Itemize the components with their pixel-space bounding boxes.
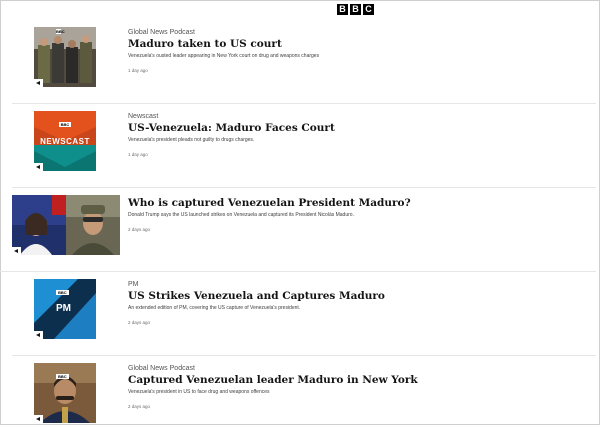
item-thumbnail[interactable]: BBC PM xyxy=(34,279,96,339)
video-icon xyxy=(12,247,21,255)
item-text: Who is captured Venezuelan President Mad… xyxy=(128,196,411,233)
item-description: Venezuela's president pleads not guilty … xyxy=(128,137,255,143)
item-thumbnail[interactable]: BBC xyxy=(34,363,96,423)
bbc-logo-letter: B xyxy=(337,4,348,15)
list-item[interactable]: BBC Global News Podcast Captured Venezue… xyxy=(12,356,596,425)
item-thumbnail[interactable] xyxy=(12,195,120,255)
bbc-logo-letter: B xyxy=(350,4,361,15)
item-description: Donald Trump says the US launched strike… xyxy=(128,212,354,218)
audio-icon xyxy=(34,331,43,339)
item-title[interactable]: US Strikes Venezuela and Captures Maduro xyxy=(128,289,385,303)
video-artwork xyxy=(12,195,120,255)
item-kicker: Newscast xyxy=(128,113,159,120)
item-thumbnail[interactable]: BBC xyxy=(34,27,96,87)
list-item[interactable]: BBC Global News Podcast Maduro taken to … xyxy=(12,20,596,104)
item-text: Global News Podcast Captured Venezuelan … xyxy=(128,364,418,410)
item-text: Newscast US-Venezuela: Maduro Faces Cour… xyxy=(128,112,335,158)
item-timestamp: 2 days ago xyxy=(128,320,151,325)
item-title[interactable]: Captured Venezuelan leader Maduro in New… xyxy=(128,373,418,387)
item-timestamp: 1 day ago xyxy=(128,68,148,73)
item-kicker: Global News Podcast xyxy=(128,29,195,36)
item-timestamp: 1 day ago xyxy=(128,152,148,157)
item-description: Venezuela's president in US to face drug… xyxy=(128,389,270,395)
bbc-mark: BBC xyxy=(56,374,69,379)
item-thumbnail[interactable]: BBC NEWSCAST xyxy=(34,111,96,171)
list-item[interactable]: Who is captured Venezuelan President Mad… xyxy=(0,188,596,272)
newscast-brand: NEWSCAST xyxy=(40,137,90,146)
item-description: An extended edition of PM, covering the … xyxy=(128,305,301,311)
bbc-mark: BBC xyxy=(58,122,72,127)
item-description: Venezuela's ousted leader appearing in N… xyxy=(128,53,320,59)
audio-icon xyxy=(34,163,43,171)
item-title[interactable]: Maduro taken to US court xyxy=(128,37,319,51)
podcast-artwork xyxy=(34,27,96,87)
item-text: PM US Strikes Venezuela and Captures Mad… xyxy=(128,280,385,326)
item-timestamp: 2 days ago xyxy=(128,404,151,409)
bbc-logo[interactable]: B B C xyxy=(337,4,374,15)
bbc-logo-letter: C xyxy=(363,4,374,15)
audio-icon xyxy=(34,79,43,87)
list-item[interactable]: BBC PM PM US Strikes Venezuela and Captu… xyxy=(12,272,596,356)
bbc-mark: BBC xyxy=(56,290,69,295)
bbc-mark: BBC xyxy=(56,29,65,34)
item-title[interactable]: US-Venezuela: Maduro Faces Court xyxy=(128,121,335,135)
audio-icon xyxy=(34,415,43,423)
item-kicker: Global News Podcast xyxy=(128,365,195,372)
list-item[interactable]: BBC NEWSCAST Newscast US-Venezuela: Madu… xyxy=(12,104,596,188)
item-timestamp: 2 days ago xyxy=(128,227,151,232)
item-title[interactable]: Who is captured Venezuelan President Mad… xyxy=(128,196,411,210)
item-kicker: PM xyxy=(128,281,139,288)
item-text: Global News Podcast Maduro taken to US c… xyxy=(128,28,319,74)
pm-brand: PM xyxy=(56,303,71,314)
